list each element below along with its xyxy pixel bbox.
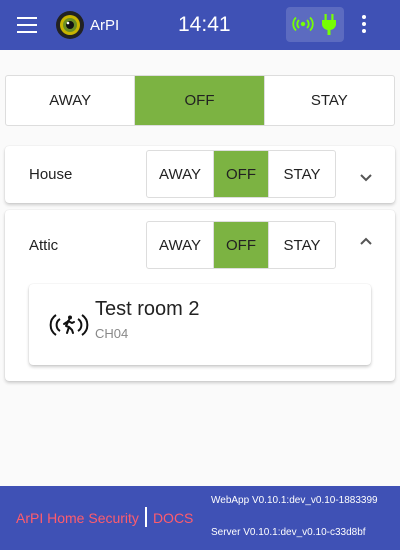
webapp-version: WebApp V0.10.1:dev_v0.10-1883399 (211, 495, 378, 506)
logo-eye-icon (56, 11, 84, 39)
global-arm-toggle: AWAY OFF STAY (5, 75, 395, 126)
chevron-up-icon[interactable] (357, 232, 375, 250)
area-title: Attic (29, 237, 59, 254)
zone-name: Test room 2 (95, 298, 200, 320)
house-stay-button[interactable]: STAY (269, 151, 335, 197)
global-off-button[interactable]: OFF (135, 76, 265, 125)
menu-icon[interactable] (17, 17, 37, 33)
zone-card[interactable]: Test room 2 CH04 (29, 284, 371, 365)
status-indicators[interactable] (286, 7, 344, 42)
server-version: Server V0.10.1:dev_v0.10-c33d8bf (211, 527, 366, 538)
footer: ArPI Home Security DOCS WebApp V0.10.1:de… (0, 486, 400, 550)
area-panel-attic: Attic AWAY OFF STAY Test room 2 CH04 (5, 210, 395, 381)
area-arm-toggle: AWAY OFF STAY (146, 150, 336, 198)
top-toolbar: ArPI 14:41 (0, 0, 400, 50)
more-vert-icon[interactable] (359, 15, 369, 37)
footer-divider (144, 507, 147, 528)
clock: 14:41 (178, 13, 231, 36)
global-stay-button[interactable]: STAY (265, 76, 394, 125)
attic-off-button[interactable]: OFF (214, 222, 269, 268)
power-plug-icon (322, 14, 336, 35)
area-title: House (29, 166, 73, 183)
attic-stay-button[interactable]: STAY (269, 222, 335, 268)
area-panel-house[interactable]: House AWAY OFF STAY (5, 146, 395, 203)
house-away-button[interactable]: AWAY (147, 151, 214, 197)
home-security-link[interactable]: ArPI Home Security (16, 510, 139, 526)
docs-link[interactable]: DOCS (153, 510, 193, 526)
footer-links: ArPI Home Security DOCS (16, 507, 193, 528)
attic-away-button[interactable]: AWAY (147, 222, 214, 268)
global-away-button[interactable]: AWAY (6, 76, 136, 125)
chevron-down-icon[interactable] (357, 169, 375, 187)
motion-sensor-icon (49, 314, 89, 336)
syren-signal-icon (292, 16, 314, 32)
house-off-button[interactable]: OFF (214, 151, 269, 197)
zone-channel: CH04 (95, 326, 129, 341)
area-arm-toggle: AWAY OFF STAY (146, 221, 336, 269)
app-name: ArPI (90, 17, 120, 34)
